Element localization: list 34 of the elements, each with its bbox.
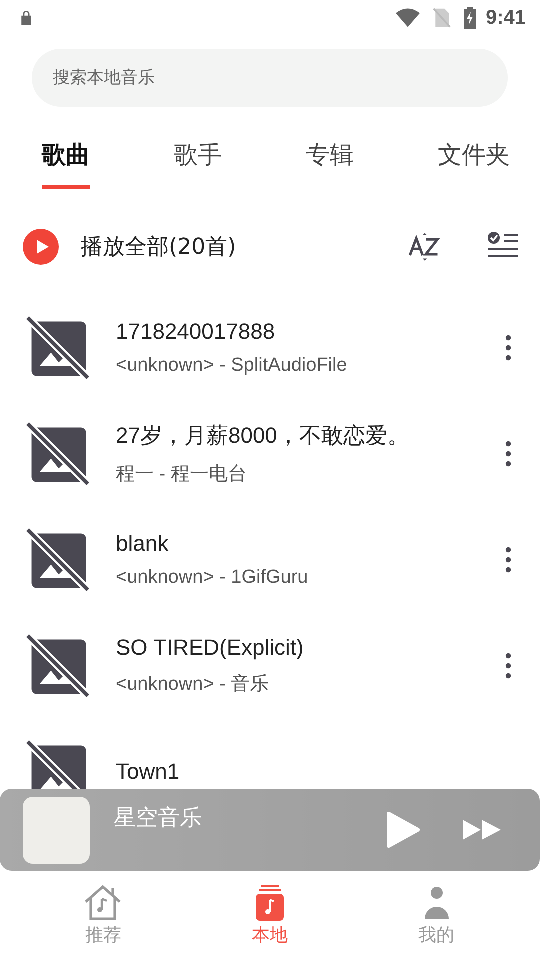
no-image-icon (24, 314, 92, 382)
tab[interactable]: 专辑 (306, 139, 354, 189)
song-title[interactable]: blank (116, 531, 505, 557)
search-field[interactable]: 搜索本地音乐 (32, 49, 508, 107)
song-title[interactable]: 1718240017888 (116, 319, 505, 345)
song-artist: <unknown> - SplitAudioFile (116, 355, 348, 377)
play-icon[interactable] (386, 811, 420, 849)
song-title[interactable]: SO TIRED(Explicit) (116, 635, 505, 661)
tab[interactable]: 歌手 (174, 139, 222, 189)
player-title: 星空音乐 (114, 805, 202, 833)
sort-icon[interactable] (408, 231, 442, 263)
more-icon[interactable] (505, 335, 512, 361)
home-music-icon (83, 885, 124, 921)
song-title[interactable]: Town1 (116, 759, 512, 785)
more-icon[interactable] (505, 547, 512, 573)
no-image-icon (24, 420, 92, 488)
tab[interactable]: 歌曲 (42, 139, 90, 189)
clock: 9:41 (486, 6, 526, 30)
tab[interactable]: 文件夹 (438, 139, 510, 189)
battery-icon (464, 7, 476, 29)
album-art (23, 796, 90, 864)
more-icon[interactable] (505, 653, 512, 679)
no-image-icon (24, 632, 92, 700)
song-title[interactable]: 27岁，月薪8000，不敢恋爱。 (116, 421, 505, 451)
more-icon[interactable] (505, 441, 512, 467)
play-all-icon[interactable] (23, 229, 59, 265)
no-image-icon (24, 526, 92, 594)
song-artist: 程一 - 程一电台 (116, 463, 248, 487)
wifi-icon (396, 8, 420, 28)
song-artist: <unknown> - 1GifGuru (116, 567, 310, 589)
lock-icon (20, 10, 33, 26)
play-all-label[interactable]: 播放全部(20首) (81, 232, 236, 262)
song-artist: <unknown> - 音乐 (116, 673, 270, 697)
fast-forward-icon[interactable] (462, 819, 502, 841)
